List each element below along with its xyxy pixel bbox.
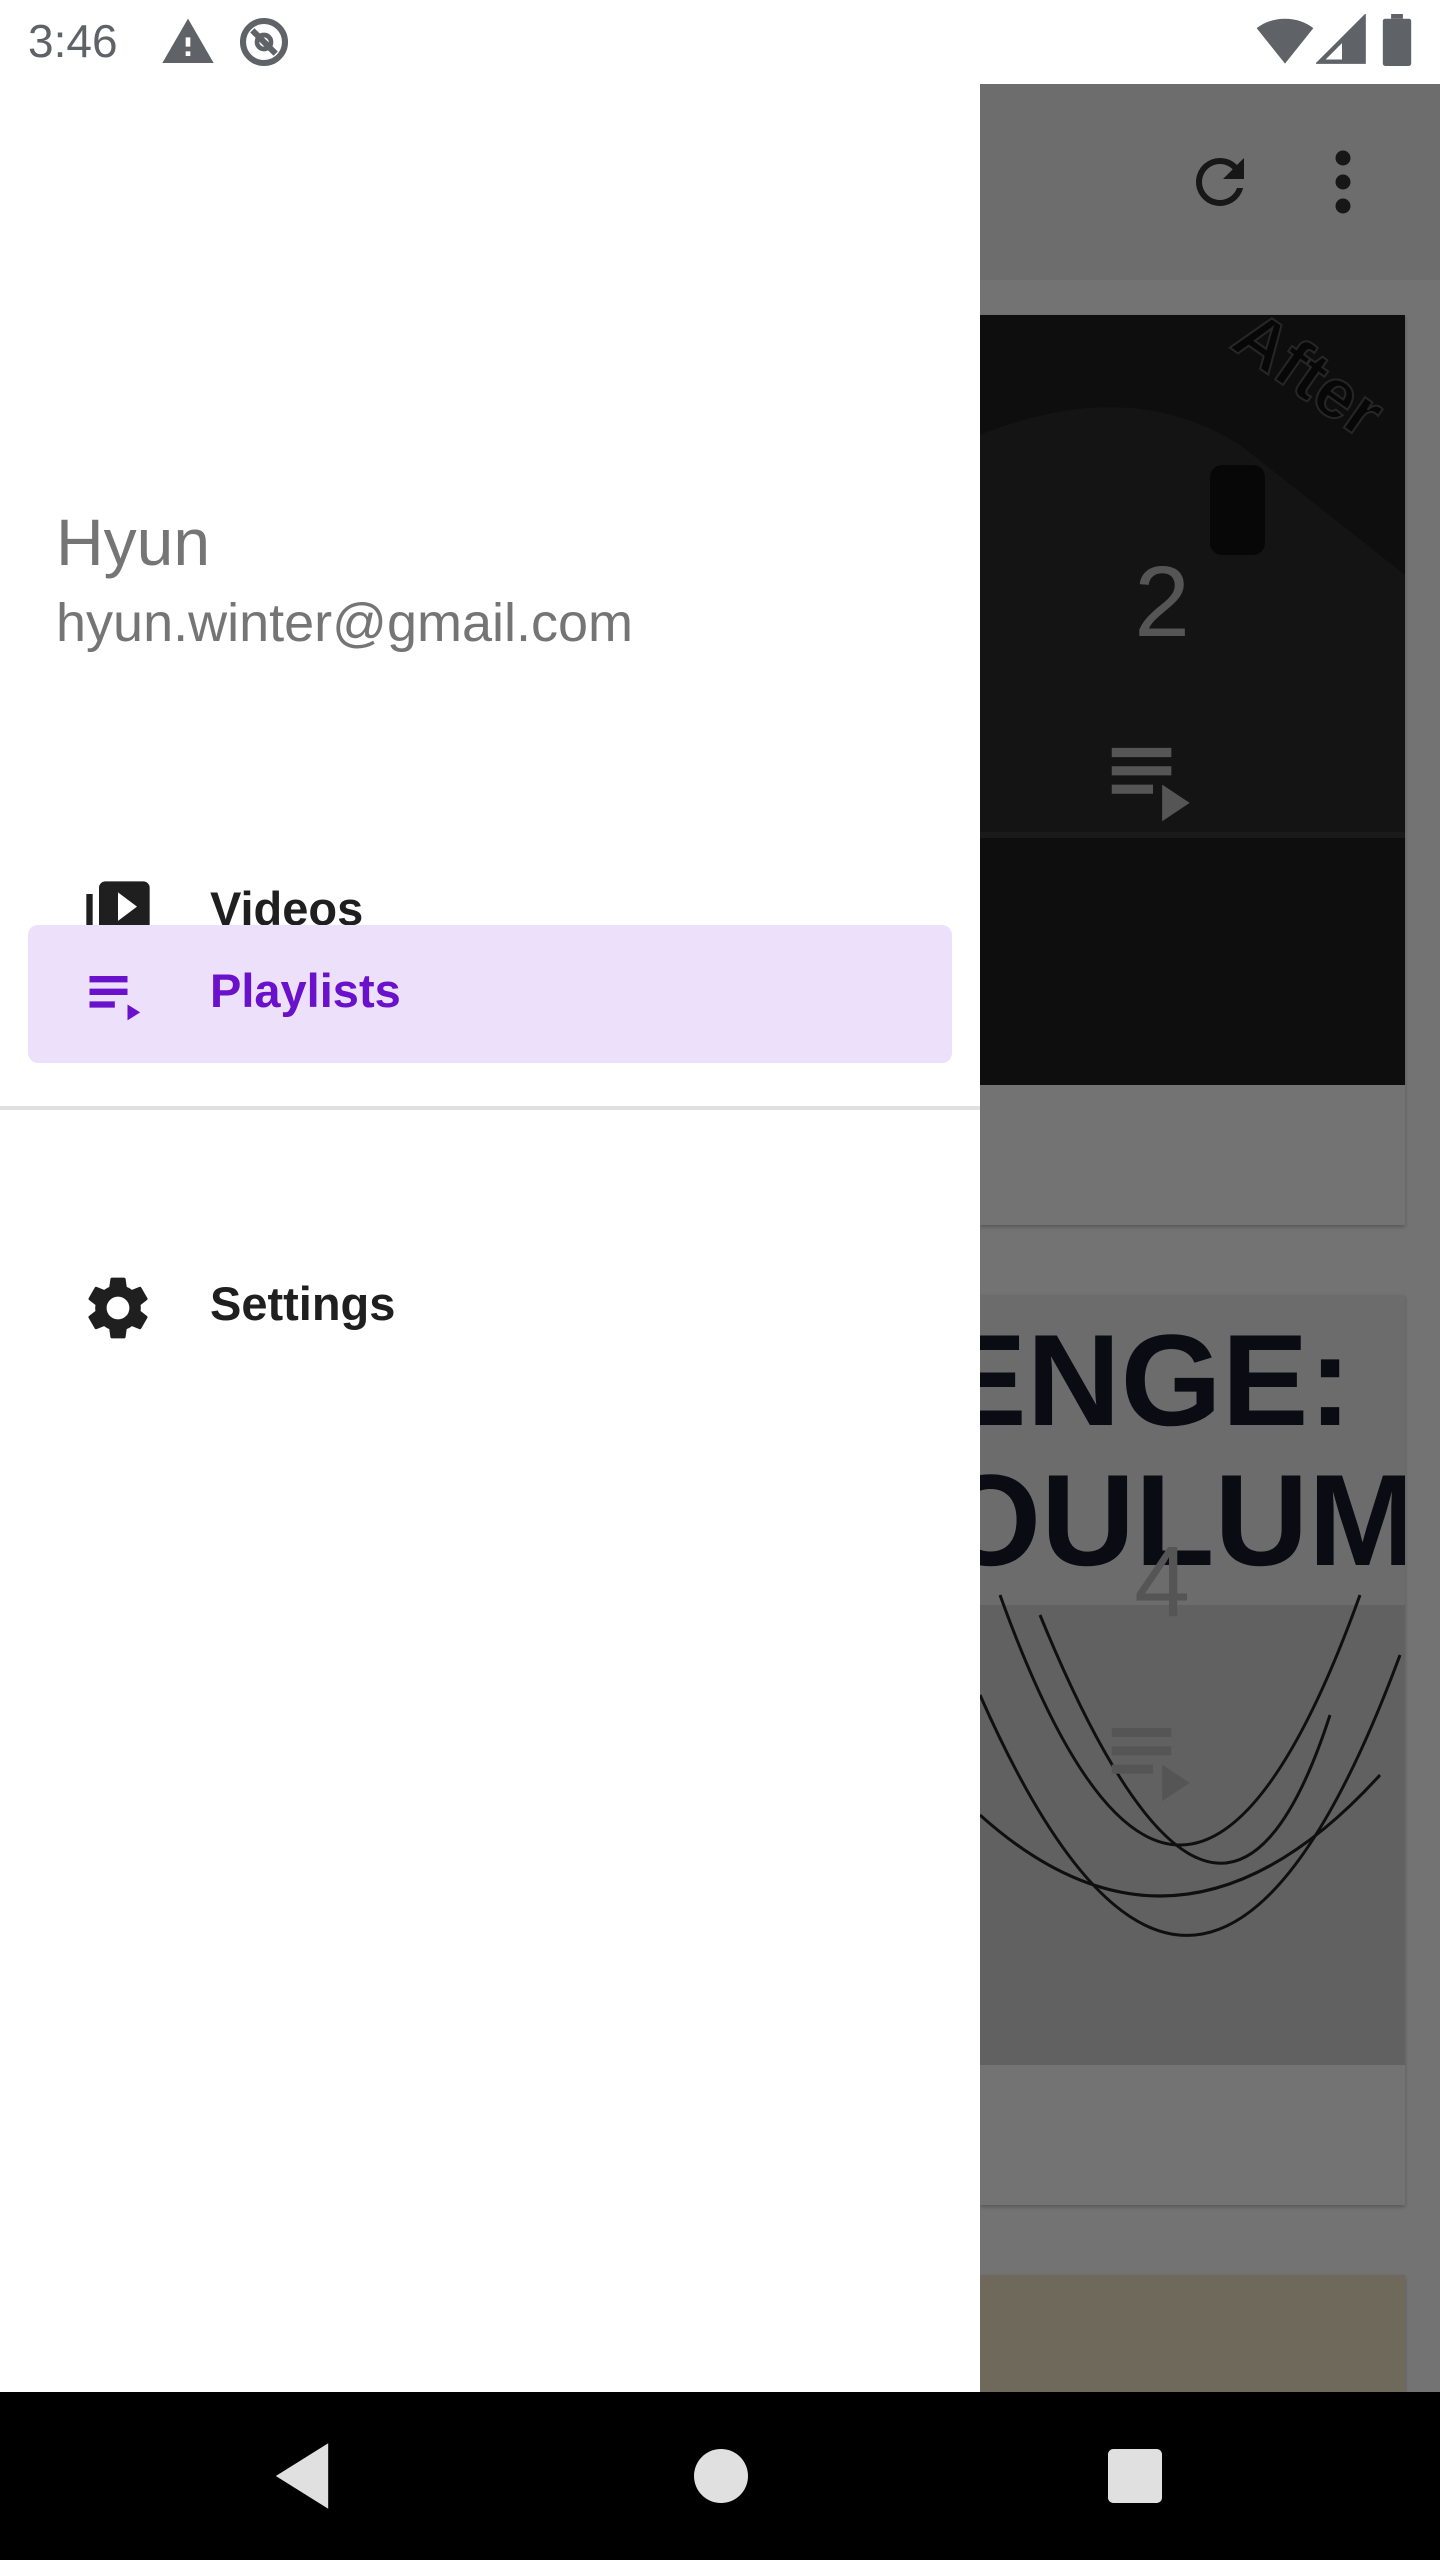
wifi-icon [1256,14,1314,71]
drawer-item-label: Playlists [210,964,401,1017]
drawer-item-settings[interactable]: Settings [28,1238,952,1376]
back-icon[interactable] [268,2440,336,2517]
account-name: Hyun [56,505,211,579]
background-app: After 2 ENGE: OULUM 4 [980,84,1440,2392]
home-icon[interactable] [694,2440,748,2517]
playlist-play-icon [80,957,156,1033]
status-time: 3:46 [28,15,118,67]
drawer-item-playlists[interactable]: Playlists [28,925,952,1063]
account-email: hyun.winter@gmail.com [56,593,634,653]
drawer-divider [0,1106,980,1110]
recents-icon[interactable] [1108,2440,1162,2517]
signal-icon [1315,13,1368,71]
system-navigation-bar [0,2392,1440,2560]
warning-icon [160,14,216,75]
drawer-scrim[interactable] [980,84,1440,2392]
battery-icon [1382,14,1412,71]
sync-disabled-icon [236,14,292,75]
status-bar: 3:46 [0,0,1440,84]
gear-icon [80,1270,156,1346]
drawer-item-label: Settings [210,1277,396,1330]
navigation-drawer: Hyun hyun.winter@gmail.com Videos Playli… [0,84,980,2392]
